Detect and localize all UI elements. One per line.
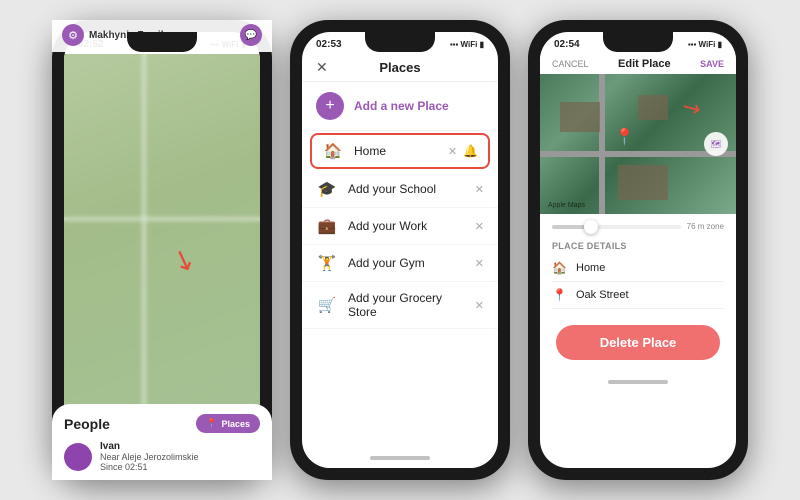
person-row: Ivan Near Aleje Jerozolimskie Since 02:5… [64,441,260,468]
grocery-icon: 🛒 [316,296,338,314]
delete-place-button[interactable]: Delete Place [556,325,720,360]
work-close-icon[interactable]: ✕ [475,220,484,233]
places-title: Places [379,60,420,75]
aerial-arrow: ↘ [677,92,706,124]
notch [127,32,197,52]
people-title: People [64,416,110,432]
map-blur [64,54,260,416]
message-icon[interactable]: 💬 [240,32,260,46]
cancel-button[interactable]: CANCEL [552,59,589,69]
person-since: Since 02:51 [100,462,199,468]
places-btn-label: Places [221,419,250,429]
place-address-row: 📍 Oak Street [552,282,724,309]
phone-2: 02:53 ▪▪▪ WiFi ▮ ✕ Places + Add a new Pl… [290,20,510,480]
add-place-row[interactable]: + Add a new Place [302,82,498,131]
add-circle-icon: + [316,92,344,120]
radius-bar: 76 m zone [540,214,736,235]
map-pin: 📍 [614,127,634,147]
school-close-icon[interactable]: ✕ [475,183,484,196]
person-name: Ivan [100,441,199,452]
place-school-row[interactable]: 🎓 Add your School ✕ [302,171,498,208]
radius-track[interactable] [552,225,681,229]
location-detail-icon: 📍 [552,288,568,302]
edit-place-title: Edit Place [618,58,671,70]
phone1-bottom-panel: People 📍 Places Ivan Near Aleje Jerozoli… [64,404,260,468]
building-2 [638,95,668,120]
place-name-row: 🏠 Home [552,255,724,282]
section-label: Place details [552,241,724,251]
places-button[interactable]: 📍 Places [196,414,260,433]
school-name: Add your School [348,182,465,196]
radius-thumb[interactable] [584,220,598,234]
save-button[interactable]: SAVE [700,59,724,69]
place-work-row[interactable]: 💼 Add your Work ✕ [302,208,498,245]
aerial-map: 📍 ↘ Apple Maps 🗺 [540,74,736,214]
phone-1: 02:52 ▪▪▪ WiFi ▮ ⚙ Makhynia Family 💬 ↘ [52,20,272,480]
person-info: Ivan Near Aleje Jerozolimskie Since 02:5… [100,441,199,468]
place-grocery-row[interactable]: 🛒 Add your Grocery Store ✕ [302,282,498,329]
school-icon: 🎓 [316,180,338,198]
work-icon: 💼 [316,217,338,235]
close-button[interactable]: ✕ [316,59,328,76]
grocery-close-icon[interactable]: ✕ [475,299,484,312]
add-place-label: Add a new Place [354,99,449,113]
time-2: 02:53 [316,39,342,50]
gear-icon[interactable]: ⚙ [64,32,84,46]
place-home-row[interactable]: 🏠 Home ✕ 🔔 [310,133,490,169]
person-location: Near Aleje Jerozolimskie [100,452,199,462]
delete-btn-wrap: Delete Place [540,313,736,372]
work-name: Add your Work [348,219,465,233]
phone-3: 02:54 ▪▪▪ WiFi ▮ CANCEL Edit Place SAVE … [528,20,748,480]
place-details-section: Place details 🏠 Home 📍 Oak Street [540,235,736,313]
notch-3 [603,32,673,52]
gym-name: Add your Gym [348,256,465,270]
grocery-name: Add your Grocery Store [348,291,465,319]
place-gym-row[interactable]: 🏋 Add your Gym ✕ [302,245,498,282]
zone-label: 76 m zone [687,222,724,231]
home-close-icon[interactable]: ✕ [448,145,457,158]
home-name: Home [354,144,438,158]
notch-2 [365,32,435,52]
zone-indicator: 🗺 [704,132,728,156]
home-detail-icon: 🏠 [552,261,568,275]
phone2-header: ✕ Places [302,54,498,82]
phone3-header: CANCEL Edit Place SAVE [540,54,736,74]
apple-maps-label: Apple Maps [548,202,585,209]
avatar [64,443,92,469]
home-indicator-2 [302,448,498,468]
aerial-road-v [599,74,605,214]
time-3: 02:54 [554,39,580,50]
home-bell-icon[interactable]: 🔔 [463,144,478,158]
place-name-detail: Home [576,262,605,274]
gym-close-icon[interactable]: ✕ [475,257,484,270]
gym-icon: 🏋 [316,254,338,272]
place-address-detail: Oak Street [576,289,629,301]
home-indicator-3 [540,372,736,392]
places-list: + Add a new Place 🏠 Home ✕ 🔔 🎓 Add your … [302,82,498,448]
building-1 [560,102,600,132]
people-row: People 📍 Places [64,414,260,433]
building-3 [618,165,668,200]
home-icon: 🏠 [322,142,344,160]
